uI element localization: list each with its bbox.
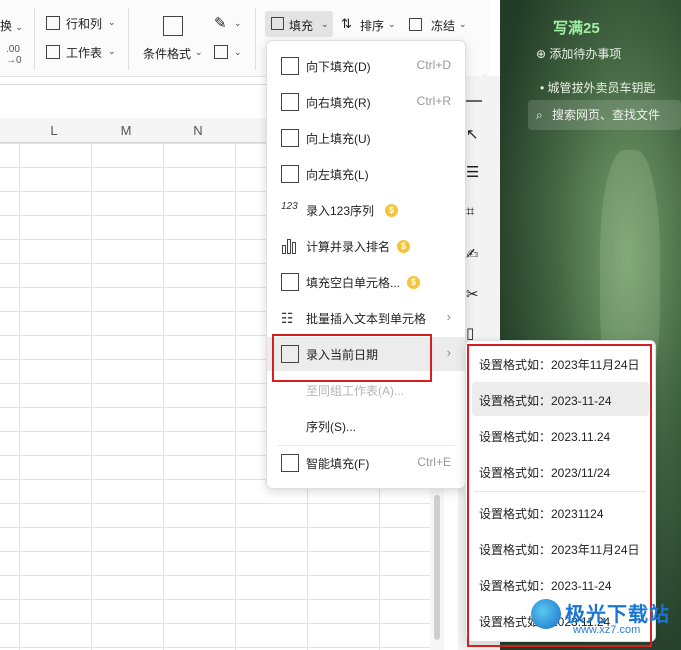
- menu-item-label: 至同组工作表(A)...: [306, 384, 404, 398]
- ribbon-cut-button[interactable]: 换 ⌄: [0, 17, 23, 34]
- menu-item-label: 向下填充(D): [306, 60, 371, 74]
- ribbon-divider: [34, 8, 35, 70]
- menu-item-insert-text[interactable]: ☷ 批量插入文本到单元格 ›: [267, 301, 465, 335]
- highlight-box-menu: [272, 334, 432, 382]
- insert-text-icon: ☷: [281, 310, 294, 326]
- freeze-icon: [409, 18, 422, 31]
- menu-item-ranking[interactable]: 计算并录入排名 $: [267, 229, 465, 263]
- chevron-down-icon: ⌄: [108, 17, 116, 27]
- chevron-down-icon: ⌄: [321, 19, 329, 29]
- border-icon: [214, 45, 228, 59]
- paint-brush-icon: ✎: [214, 15, 227, 32]
- widget-search-box[interactable]: ⌕ 搜索网页、查找文件: [528, 100, 681, 130]
- worksheet-icon: [46, 45, 60, 59]
- widget-title: 写满25: [553, 20, 600, 37]
- widget-search-placeholder: 搜索网页、查找文件: [552, 108, 661, 122]
- menu-item-label: 填充空白单元格...: [306, 276, 401, 290]
- fill-left-icon: [281, 165, 299, 183]
- crop-icon[interactable]: ⌗: [466, 203, 484, 221]
- cursor-icon[interactable]: ↖: [466, 125, 484, 143]
- premium-coin-icon: $: [397, 240, 410, 253]
- fill-right-icon: [281, 93, 299, 111]
- menu-item-sequence-123[interactable]: 123 录入123序列 $: [267, 193, 465, 227]
- menu-item-label: 智能填充(F): [306, 457, 370, 471]
- chevron-down-icon: ⌄: [234, 18, 242, 28]
- ribbon-cut-label: 换: [0, 19, 13, 33]
- menu-item-label: 序列(S)...: [306, 420, 356, 434]
- bullet-icon: •: [540, 81, 545, 95]
- fill-button[interactable]: 填充 ⌄: [265, 11, 333, 37]
- decimal-icon[interactable]: .00 →0: [6, 44, 22, 66]
- menu-item-label: 向左填充(L): [306, 168, 369, 182]
- premium-coin-icon: $: [407, 276, 420, 289]
- chevron-right-icon: ›: [446, 309, 451, 324]
- menu-item-shortcut: Ctrl+D: [416, 58, 451, 72]
- menu-item-series[interactable]: 序列(S)...: [267, 409, 465, 443]
- ranking-icon: [281, 237, 299, 255]
- tools-icon[interactable]: ✂: [466, 285, 484, 303]
- todo-item[interactable]: • 城管拔外卖员车钥匙: [540, 79, 656, 96]
- sequence-123-icon: 123: [281, 201, 298, 212]
- watermark-name: 极光下载站: [565, 604, 670, 626]
- sort-icon: ⇅: [341, 16, 352, 31]
- column-header-m[interactable]: M: [116, 123, 136, 138]
- menu-item-fill-down[interactable]: 向下填充(D) Ctrl+D: [267, 49, 465, 83]
- freeze-label: 冻结: [431, 19, 456, 33]
- menu-item-shortcut: Ctrl+E: [417, 455, 451, 469]
- fill-label: 填充: [289, 19, 314, 33]
- chevron-down-icon: ⌄: [388, 19, 396, 29]
- chevron-down-icon: ⌄: [459, 19, 467, 29]
- conditional-format-icon: [163, 16, 183, 36]
- menu-item-fill-left[interactable]: 向左填充(L): [267, 157, 465, 191]
- watermark-logo: [531, 599, 561, 629]
- fill-up-icon: [281, 129, 299, 147]
- menu-item-label: 录入123序列: [306, 204, 375, 218]
- conditional-format-button[interactable]: 条件格式 ⌄: [141, 14, 209, 66]
- column-header-l[interactable]: L: [44, 123, 64, 138]
- menu-item-smart-fill[interactable]: 智能填充(F) Ctrl+E: [267, 446, 465, 480]
- chevron-down-icon: ⌄: [195, 47, 203, 57]
- add-todo-button[interactable]: ⊕ 添加待办事项: [536, 45, 621, 62]
- settings-sliders-icon[interactable]: ☰: [466, 163, 484, 181]
- fill-down-icon: [281, 57, 299, 75]
- menu-item-label: 计算并录入排名: [306, 240, 391, 254]
- smart-fill-icon: [281, 454, 299, 472]
- search-icon: ⌕: [536, 108, 543, 122]
- chevron-down-icon: ⌄: [108, 46, 116, 56]
- add-todo-label: 添加待办事项: [549, 47, 622, 61]
- sort-label: 排序: [360, 19, 385, 33]
- rows-cols-icon: [46, 16, 60, 30]
- sign-icon[interactable]: ✍: [466, 245, 484, 263]
- fill-blank-icon: [281, 273, 299, 291]
- collapse-icon[interactable]: [466, 100, 482, 102]
- menu-item-shortcut: Ctrl+R: [416, 94, 451, 108]
- menu-item-label: 向右填充(R): [306, 96, 371, 110]
- plus-icon: ⊕: [536, 47, 547, 61]
- chevron-right-icon: ›: [446, 345, 451, 360]
- menu-item-fill-up[interactable]: 向上填充(U): [267, 121, 465, 155]
- ribbon-divider: [128, 8, 129, 70]
- scrollbar-thumb[interactable]: [434, 495, 440, 640]
- watermark-url: www.xz7.com: [573, 624, 641, 636]
- conditional-format-label: 条件格式: [143, 47, 192, 61]
- rows-cols-label: 行和列: [66, 17, 103, 31]
- todo-item-label: 城管拔外卖员车钥匙: [547, 81, 656, 95]
- menu-item-fill-right[interactable]: 向右填充(R) Ctrl+R: [267, 85, 465, 119]
- column-header-n[interactable]: N: [188, 123, 208, 138]
- worksheet-label: 工作表: [66, 46, 103, 60]
- fill-icon: [271, 17, 284, 30]
- chevron-down-icon: ⌄: [234, 47, 242, 57]
- menu-item-label: 批量插入文本到单元格: [306, 312, 427, 326]
- fill-dropdown-menu: 向下填充(D) Ctrl+D 向右填充(R) Ctrl+R 向上填充(U) 向左…: [266, 40, 466, 489]
- menu-item-fill-blank[interactable]: 填充空白单元格... $: [267, 265, 465, 299]
- ribbon-divider: [255, 8, 256, 70]
- menu-item-label: 向上填充(U): [306, 132, 371, 146]
- premium-coin-icon: $: [385, 204, 398, 217]
- chevron-down-icon: ⌄: [15, 22, 23, 32]
